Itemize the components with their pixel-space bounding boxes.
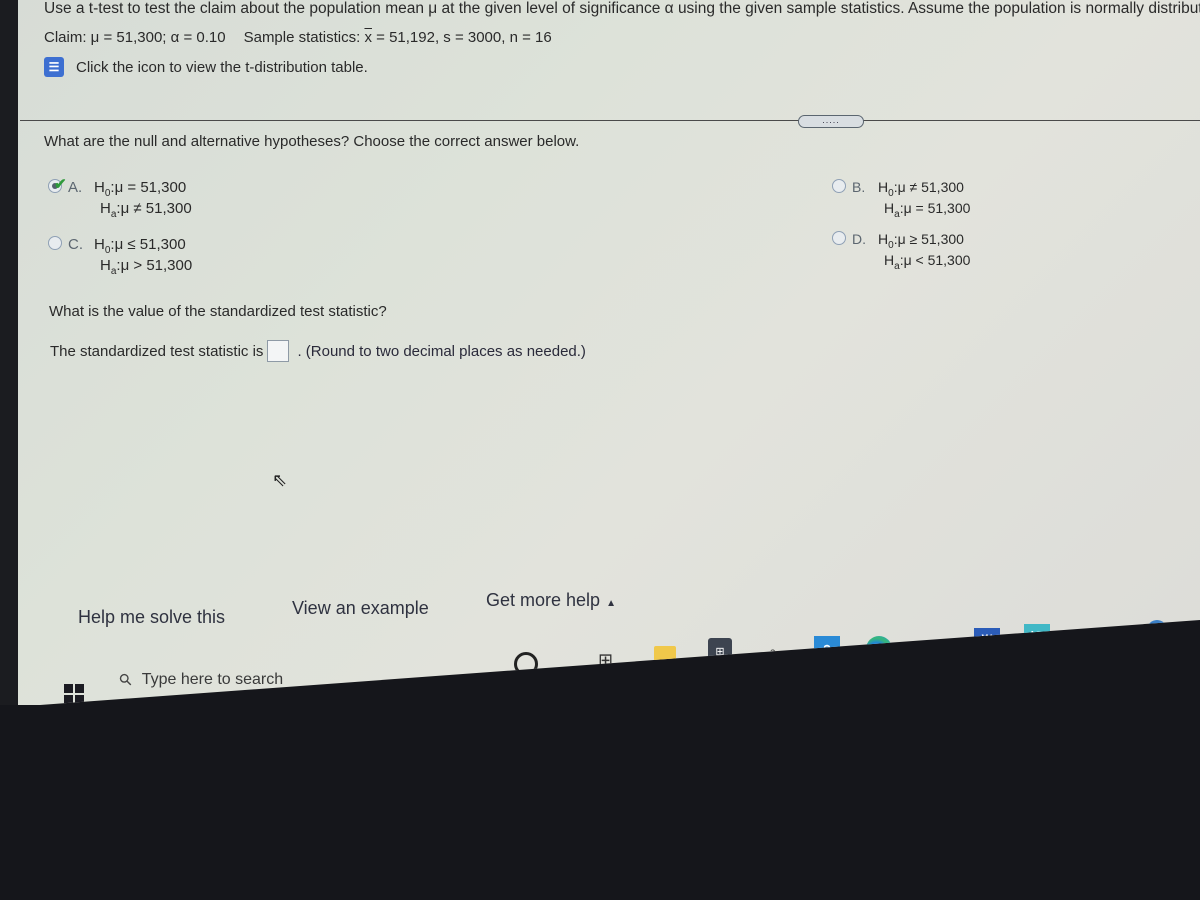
ha-value: μ = 51,300 [903,200,971,216]
amazon-icon[interactable]: a [770,647,776,658]
get-help-icon[interactable]: ? 0 [1147,620,1173,644]
h0-label: H0: [878,179,898,199]
sample-stats-values: = 51,192, s = 3000, n = 16 [371,29,552,46]
h0-value: μ ≥ 51,300 [897,231,964,247]
option-letter: A. [68,179,83,196]
notification-badge: 0 [1163,634,1173,644]
answer-line: The standardized test statistic is . (Ro… [50,340,586,362]
taskbar-search[interactable]: ⚲ Type here to search [116,670,283,690]
word-icon[interactable]: W [974,628,1000,650]
option-letter: D. [852,231,866,247]
windows-start-icon[interactable] [64,684,84,704]
active-indicator [1016,650,1056,652]
help-me-solve-button[interactable]: Help me solve this [78,607,225,628]
search-placeholder[interactable]: Type here to search [142,671,283,689]
screen: Use a t-test to test the claim about the… [0,0,1200,705]
cortana-icon[interactable] [514,652,538,676]
iq-app-icon[interactable]: iQ [1024,624,1050,648]
book-icon[interactable]: ☰ [44,57,64,77]
screen-bezel [0,0,18,705]
microsoft-store-icon[interactable]: ⊞ [708,638,732,664]
ha-value: μ ≠ 51,300 [120,200,192,217]
option-letter: B. [852,179,866,195]
h0-value: μ ≠ 51,300 [897,179,964,195]
option-d[interactable]: D. H0: μ ≥ 51,300 Ha: μ < 51,300 [832,230,970,274]
ha-label: Ha: [884,200,904,220]
active-indicator [914,660,954,662]
app-s-icon[interactable]: $ [814,636,840,662]
caret-up-icon: ▲ [606,598,616,609]
ha-label: Ha: [100,257,121,277]
active-indicator [966,655,1006,657]
question2-prompt: What is the value of the standardized te… [49,303,387,320]
option-letter: C. [68,236,83,253]
active-indicator [860,664,900,666]
radio-d[interactable] [832,231,846,245]
mouse-cursor-icon: ⇖ [272,470,288,490]
option-a[interactable]: ✔ A. H0: μ = 51,300 Ha: μ ≠ 51,300 [48,176,192,222]
claim-line: Claim: μ = 51,300; α = 0.10 Sample statis… [44,29,552,46]
get-more-help-label[interactable]: Get more help [486,590,600,610]
checkmark-icon: ✔ [54,176,67,193]
ha-value: μ > 51,300 [120,257,193,274]
view-example-button[interactable]: View an example [292,598,429,619]
answer-prefix: The standardized test statistic is [50,342,264,360]
t-table-link[interactable]: ☰ Click the icon to view the t-distribut… [44,57,368,77]
h0-value: μ ≤ 51,300 [114,236,186,253]
expand-button[interactable]: ..... [798,115,864,128]
file-explorer-icon[interactable] [654,646,676,664]
option-c[interactable]: C. H0: μ ≤ 51,300 Ha: μ > 51,300 [48,235,192,279]
claim-text: Claim: μ = 51,300; α = 0.10 [44,29,226,46]
sample-stats-label: Sample statistics: [243,29,365,46]
radio-c[interactable] [48,236,62,250]
h0-label: H0: [94,179,115,199]
rounding-note: . (Round to two decimal places as needed… [297,342,586,360]
section-divider [20,120,1200,121]
get-more-help-button[interactable]: Get more help ▲ [486,590,616,611]
h0-label: H0: [94,236,115,256]
ha-label: Ha: [884,252,904,272]
h0-label: H0: [878,231,898,251]
ha-label: Ha: [100,200,121,220]
origin-icon[interactable]: ◉ [922,634,944,659]
edge-browser-icon[interactable] [866,636,892,662]
h0-value: μ = 51,300 [114,179,187,196]
question1-prompt: What are the null and alternative hypoth… [44,133,580,150]
xbar-symbol: x [364,29,372,46]
ha-value: μ < 51,300 [903,252,971,268]
option-b[interactable]: B. H0: μ ≠ 51,300 Ha: μ = 51,300 [832,178,970,222]
task-view-icon[interactable]: ⊞ [598,650,613,671]
test-statistic-input[interactable] [267,340,290,362]
t-table-link-text[interactable]: Click the icon to view the t-distributio… [76,59,368,76]
search-icon: ⚲ [116,670,137,691]
problem-intro: Use a t-test to test the claim about the… [44,0,1200,17]
radio-b[interactable] [832,179,846,193]
